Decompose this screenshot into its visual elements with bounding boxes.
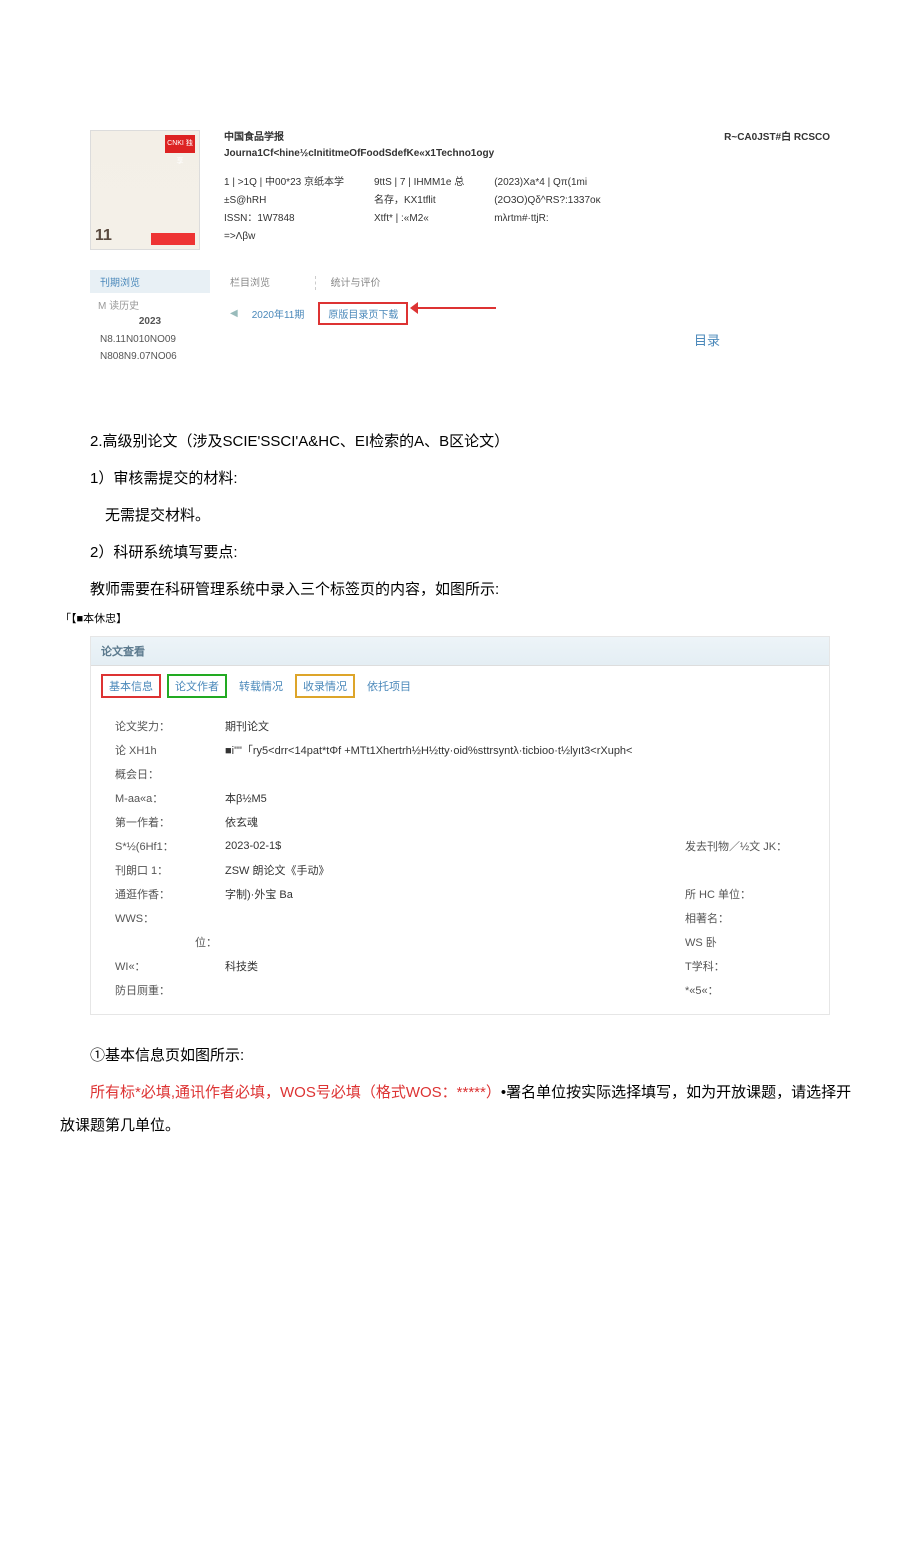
info-col3: (2023)Xa*4 | Qπ(1mi (2O3O)Qδ^RS?:1337oκ … xyxy=(494,174,600,246)
browse-tab-stats[interactable]: 统计与评价 xyxy=(331,278,381,289)
info-col2: 9ttS | 7 | IHMM1e 总 名存，KX1tflit Xtft* | … xyxy=(374,174,464,246)
cnki-ribbon: CNKI 独享 xyxy=(165,135,195,153)
document-body: 2.高级别论文（涉及SCIE'SSCI'A&HC、EI检索的A、B区论文） 1）… xyxy=(60,425,860,626)
year-label: 2023 xyxy=(90,316,210,327)
para-system-hdr: 2）科研系统填写要点: xyxy=(60,536,860,569)
cover-issue-number: 11 xyxy=(95,227,112,245)
form-caption: 「【■本休忠】 xyxy=(60,610,860,626)
tab-authors[interactable]: 论文作者 xyxy=(167,674,227,698)
para-section-2: 2.高级别论文（涉及SCIE'SSCI'A&HC、EI检索的A、B区论文） xyxy=(60,425,860,458)
required-red-text: 所有标*必填,通讯作者必填，WOS号必填（格式WOS：*****） xyxy=(90,1084,501,1101)
para-basic-info: ①基本信息页如图所示: xyxy=(60,1039,860,1072)
download-toc-button[interactable]: 原版目录页下载 xyxy=(318,302,408,325)
tab-reprint[interactable]: 转载情况 xyxy=(233,676,289,696)
paper-view-form: 论文查看 基本信息 论文作者 转载情况 收录情况 依托项目 论文奖力：期刊论文 … xyxy=(90,636,830,1015)
info-col1: 1 | >1Q | 中00*23 京纸本学 ±S@hRH ISSN：1W7848… xyxy=(224,174,344,246)
toc-label: 目录 xyxy=(694,330,720,349)
para-system-desc: 教师需要在科研管理系统中录入三个标签页的内容，如图所示: xyxy=(60,573,860,606)
journal-info: R~CA0JST#白 RCSCO 中国食品学报 Journa1Cf<hine½c… xyxy=(224,130,830,250)
prev-icon[interactable]: ◀ xyxy=(230,308,238,319)
current-issue[interactable]: 2020年11期 xyxy=(252,306,305,321)
form-tabs: 基本信息 论文作者 转载情况 收录情况 依托项目 xyxy=(91,666,829,706)
tab-basic-info[interactable]: 基本信息 xyxy=(101,674,161,698)
journal-figure: CNKI 独享 11 R~CA0JST#白 RCSCO 中国食品学报 Journ… xyxy=(90,130,830,365)
tab-projects[interactable]: 依托项目 xyxy=(361,676,417,696)
para-no-materials: 无需提交材料。 xyxy=(60,499,860,532)
browse-panel: 栏目浏览 统计与评价 ◀ 2020年11期 原版目录页下载 目录 xyxy=(230,270,830,325)
issue-list: N8.11N010NO09 N808N9.07NO06 xyxy=(90,331,210,365)
para-materials-hdr: 1）审核需提交的材料: xyxy=(60,462,860,495)
issue-nav: 刊期浏览 M 读历史 2023 N8.11N010NO09 N808N9.07N… xyxy=(90,270,210,365)
tab-indexing[interactable]: 收录情况 xyxy=(295,674,355,698)
cover-bar xyxy=(151,233,195,245)
db-label: R~CA0JST#白 RCSCO xyxy=(724,130,830,146)
issue-nav-header: 刊期浏览 xyxy=(90,270,210,293)
journal-title-cn: 中国食品学报 xyxy=(224,132,284,143)
browse-tab-column[interactable]: 栏目浏览 xyxy=(230,278,270,289)
form-body: 论文奖力：期刊论文 论 XH1h■i""「ry5<drr<14pat*tΦf +… xyxy=(91,706,829,1014)
para-required-fields: 所有标*必填,通讯作者必填，WOS号必填（格式WOS：*****）•署名单位按实… xyxy=(60,1076,860,1142)
journal-title-en: Journa1Cf<hine½cInititmeOfFoodSdefKe«x1T… xyxy=(224,146,830,162)
annotation-arrow-icon xyxy=(416,298,516,318)
document-body-2: ①基本信息页如图所示: 所有标*必填,通讯作者必填，WOS号必填（格式WOS：*… xyxy=(60,1039,860,1142)
history-label: M 读历史 xyxy=(90,297,210,312)
journal-cover: CNKI 独享 11 xyxy=(90,130,200,250)
form-header: 论文查看 xyxy=(91,637,829,666)
